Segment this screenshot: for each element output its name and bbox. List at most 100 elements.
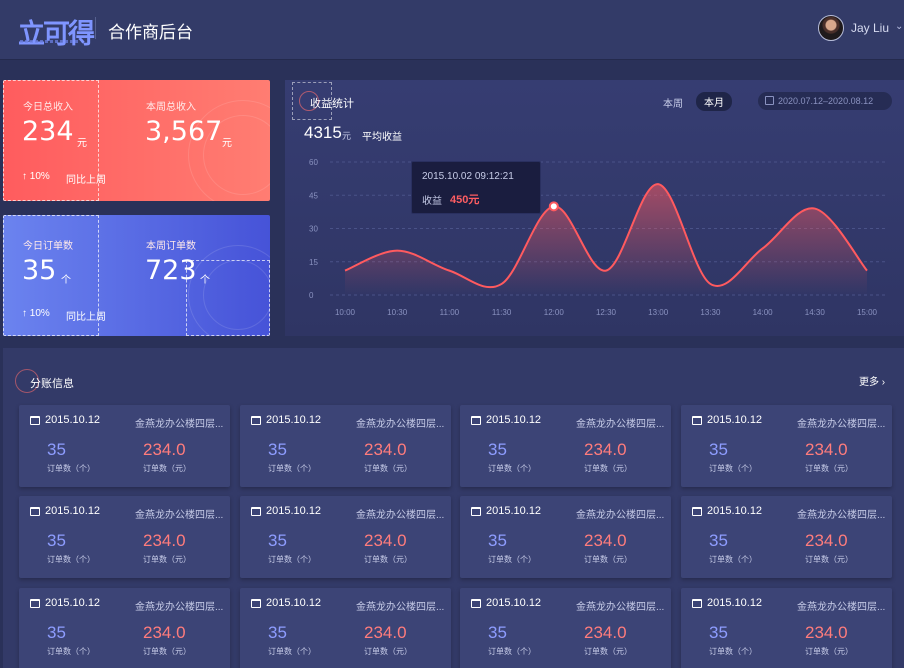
tile-order-count: 35 — [488, 623, 507, 642]
top-bar: 立可得 合作商后台 Jay Liu ⌄ — [0, 0, 904, 60]
more-link[interactable]: 更多 › — [859, 373, 885, 388]
tile-order-count-label: 订单数（个） — [488, 647, 536, 656]
tile-location: 金燕龙办公楼四层... — [576, 510, 665, 521]
tile-order-count: 35 — [47, 531, 66, 550]
calendar-icon — [471, 507, 481, 516]
tile-date: 2015.10.12 — [707, 414, 763, 426]
system-title: 合作商后台 — [108, 23, 193, 42]
tile-order-amount: 234.0 — [143, 623, 186, 642]
tile-order-amount: 234.0 — [805, 623, 848, 642]
user-avatar[interactable] — [818, 15, 844, 41]
tile-order-amount-label: 订单数（元） — [805, 555, 853, 564]
tile-order-amount: 234.0 — [584, 440, 627, 459]
tile-order-amount-label: 订单数（元） — [805, 464, 853, 473]
tile-order-amount-label: 订单数（元） — [584, 647, 632, 656]
calendar-icon — [30, 416, 40, 425]
y-tick-label: 45 — [309, 191, 318, 200]
split-tile[interactable]: 2015.10.12 金燕龙办公楼四层... 35 订单数（个） 234.0 订单数（元） — [460, 405, 671, 487]
week-orders-unit: 个 — [200, 275, 210, 286]
split-tile[interactable]: 2015.10.12 金燕龙办公楼四层... 35 订单数（个） 234.0 订单数（元） — [19, 588, 230, 668]
tile-date: 2015.10.12 — [707, 597, 763, 609]
split-tile[interactable]: 2015.10.12 金燕龙办公楼四层... 35 订单数（个） 234.0 订单数（元） — [240, 496, 451, 578]
x-tick-label: 12:30 — [596, 308, 617, 317]
split-tile[interactable]: 2015.10.12 金燕龙办公楼四层... 35 订单数（个） 234.0 订单数（元） — [460, 588, 671, 668]
tile-date: 2015.10.12 — [266, 505, 322, 517]
tile-order-amount-label: 订单数（元） — [143, 464, 191, 473]
tile-order-count: 35 — [268, 440, 287, 459]
calendar-icon — [30, 507, 40, 516]
tile-order-count-label: 订单数（个） — [47, 555, 95, 564]
tile-order-count-label: 订单数（个） — [709, 464, 757, 473]
y-tick-label: 30 — [309, 225, 318, 234]
tile-order-amount: 234.0 — [805, 531, 848, 550]
tile-order-amount: 234.0 — [143, 531, 186, 550]
x-tick-label: 14:00 — [753, 308, 774, 317]
tile-order-amount: 234.0 — [364, 440, 407, 459]
week-income-label: 本周总收入 — [146, 102, 196, 113]
tile-location: 金燕龙办公楼四层... — [797, 602, 886, 613]
highlighted-data-point[interactable] — [548, 201, 559, 212]
week-orders-label: 本周订单数 — [146, 241, 196, 252]
y-tick-label: 0 — [309, 291, 314, 300]
calendar-icon — [692, 599, 702, 608]
tile-date: 2015.10.12 — [707, 505, 763, 517]
tile-location: 金燕龙办公楼四层... — [135, 510, 224, 521]
tile-order-amount-label: 订单数（元） — [584, 464, 632, 473]
orders-change-label: 同比上周 — [66, 312, 106, 323]
split-tile[interactable]: 2015.10.12 金燕龙办公楼四层... 35 订单数（个） 234.0 订单数（元） — [19, 496, 230, 578]
tile-date: 2015.10.12 — [45, 597, 101, 609]
split-tile[interactable]: 2015.10.12 金燕龙办公楼四层... 35 订单数（个） 234.0 订单数（元） — [240, 405, 451, 487]
y-tick-label: 15 — [309, 258, 318, 267]
tile-date: 2015.10.12 — [486, 597, 542, 609]
card-dashed-frame — [186, 260, 270, 336]
x-tick-label: 12:00 — [544, 308, 565, 317]
split-tile[interactable]: 2015.10.12 金燕龙办公楼四层... 35 订单数（个） 234.0 订单数（元） — [240, 588, 451, 668]
week-orders-value: 723 — [145, 255, 197, 286]
tile-order-count-label: 订单数（个） — [488, 555, 536, 564]
x-tick-label: 10:00 — [335, 308, 356, 317]
tile-date: 2015.10.12 — [45, 414, 101, 426]
tile-order-count-label: 订单数（个） — [709, 647, 757, 656]
orders-summary-card: 今日订单数 35 个 本周订单数 723 个 ↑ 10% 同比上周 — [3, 215, 270, 336]
chevron-down-icon[interactable]: ⌄ — [895, 21, 903, 32]
calendar-icon — [471, 599, 481, 608]
split-tile[interactable]: 2015.10.12 金燕龙办公楼四层... 35 订单数（个） 234.0 订单数（元） — [681, 405, 892, 487]
tile-order-count-label: 订单数（个） — [268, 555, 316, 564]
split-tile[interactable]: 2015.10.12 金燕龙办公楼四层... 35 订单数（个） 234.0 订单数（元） — [19, 405, 230, 487]
tile-order-count: 35 — [47, 623, 66, 642]
calendar-icon — [692, 507, 702, 516]
split-tile[interactable]: 2015.10.12 金燕龙办公楼四层... 35 订单数（个） 234.0 订单数（元） — [681, 496, 892, 578]
today-income-unit: 元 — [77, 138, 87, 149]
tile-order-count-label: 订单数（个） — [47, 647, 95, 656]
tile-order-amount-label: 订单数（元） — [364, 555, 412, 564]
tile-order-amount: 234.0 — [805, 440, 848, 459]
tile-location: 金燕龙办公楼四层... — [576, 602, 665, 613]
income-change: ↑ 10% — [22, 171, 50, 182]
tile-date: 2015.10.12 — [266, 414, 322, 426]
tile-order-amount: 234.0 — [364, 531, 407, 550]
today-income-value: 234 — [22, 116, 74, 147]
tile-order-count: 35 — [709, 440, 728, 459]
week-income-unit: 元 — [222, 138, 232, 149]
revenue-stats-panel: 收益统计 本周 本月 2020.07.12–2020.08.12 4315 元 … — [285, 80, 904, 336]
split-tile[interactable]: 2015.10.12 金燕龙办公楼四层... 35 订单数（个） 234.0 订单数（元） — [681, 588, 892, 668]
tile-order-count: 35 — [47, 440, 66, 459]
tile-order-count: 35 — [488, 531, 507, 550]
tile-order-amount: 234.0 — [584, 531, 627, 550]
x-tick-label: 11:00 — [440, 308, 460, 317]
brand-logo[interactable]: 立可得 — [18, 12, 95, 51]
tile-location: 金燕龙办公楼四层... — [356, 419, 445, 430]
tile-location: 金燕龙办公楼四层... — [356, 510, 445, 521]
tile-location: 金燕龙办公楼四层... — [356, 602, 445, 613]
revenue-line-chart[interactable]: 0 15 30 45 60 10:00 10:30 11:00 11:30 12:00 12:30 1… — [285, 80, 904, 336]
tile-location: 金燕龙办公楼四层... — [576, 419, 665, 430]
split-tile[interactable]: 2015.10.12 金燕龙办公楼四层... 35 订单数（个） 234.0 订单数（元） — [460, 496, 671, 578]
calendar-icon — [251, 416, 261, 425]
user-name[interactable]: Jay Liu — [851, 21, 889, 35]
calendar-icon — [251, 507, 261, 516]
tile-order-amount: 234.0 — [143, 440, 186, 459]
tile-date: 2015.10.12 — [266, 597, 322, 609]
tile-order-count: 35 — [268, 623, 287, 642]
calendar-icon — [251, 599, 261, 608]
tile-location: 金燕龙办公楼四层... — [797, 510, 886, 521]
